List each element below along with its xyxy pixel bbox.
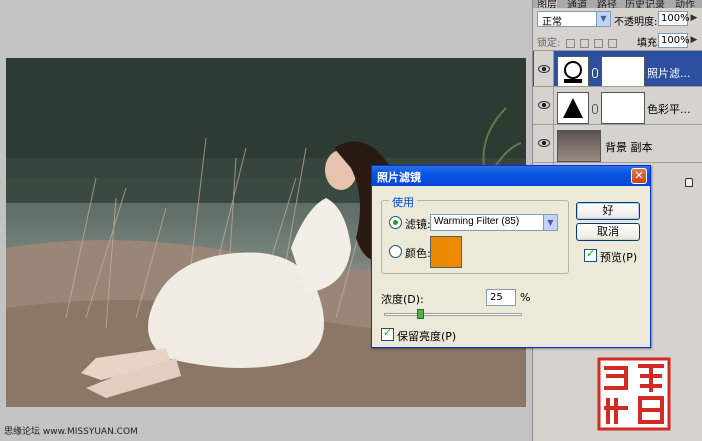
tab-history[interactable]: 历史记录 (625, 0, 665, 8)
tab-channels[interactable]: 通道 (567, 0, 587, 8)
tab-actions[interactable]: 动作 (675, 0, 695, 8)
density-slider-thumb[interactable] (416, 309, 424, 319)
ok-button[interactable]: 好 (576, 202, 640, 220)
lock-label: 锁定: (537, 38, 561, 49)
chevron-down-icon[interactable]: ▼ (543, 215, 557, 230)
lock-pixels-icon[interactable] (579, 38, 589, 48)
preserve-luminosity-checkbox[interactable] (381, 326, 394, 341)
density-label: 浓度(D): (381, 293, 424, 306)
opacity-arrow-icon[interactable]: ▶ (689, 11, 699, 26)
filter-select[interactable]: Warming Filter (85) ▼ (430, 214, 558, 231)
lock-icon (685, 178, 693, 187)
preview-label[interactable]: 预览(P) (600, 249, 637, 265)
blend-mode-value: 正常 (542, 17, 562, 28)
opacity-label: 不透明度: (614, 17, 658, 28)
filter-select-value: Warming Filter (85) (434, 216, 520, 227)
tab-paths[interactable]: 路径 (597, 0, 617, 8)
visibility-toggle[interactable] (534, 125, 554, 165)
density-field[interactable]: 25 (486, 289, 516, 306)
layer-row-photo-filter[interactable]: 照片滤... (533, 50, 702, 91)
adjustment-thumbnail (557, 56, 589, 88)
seal-graphic (597, 357, 671, 431)
color-radio-label[interactable]: 颜色: (405, 245, 431, 261)
layer-row-background-copy[interactable]: 背景 副本 (533, 124, 702, 165)
eye-icon (538, 101, 550, 109)
lock-transparent-icon[interactable] (565, 38, 575, 48)
cancel-button[interactable]: 取消 (576, 223, 640, 241)
layer-name: 色彩平... (647, 103, 691, 116)
use-group-label: 使用 (389, 194, 417, 210)
adjustment-thumbnail (557, 92, 589, 124)
density-unit: % (520, 291, 531, 304)
layer-row-color-balance[interactable]: 色彩平... (533, 86, 702, 127)
adjustment-icon (564, 61, 582, 83)
blend-mode-select[interactable]: 正常 ▼ (537, 11, 611, 28)
eye-icon (538, 139, 550, 147)
lock-row: 锁定: (537, 34, 618, 49)
chain-icon[interactable] (592, 104, 598, 114)
dialog-titlebar[interactable]: 照片滤镜 ✕ (372, 166, 650, 186)
visibility-toggle[interactable] (534, 51, 554, 91)
chevron-down-icon[interactable]: ▼ (596, 12, 610, 26)
color-swatch[interactable] (430, 236, 462, 268)
footer-watermark: 思缘论坛 www.MISSYUAN.COM (4, 427, 138, 437)
filter-radio[interactable] (389, 216, 402, 229)
fill-arrow-icon[interactable]: ▶ (689, 33, 699, 48)
density-slider-track[interactable] (384, 313, 522, 316)
eye-icon (538, 65, 550, 73)
lock-position-icon[interactable] (593, 38, 603, 48)
preview-checkbox[interactable] (584, 247, 597, 262)
photo-filter-dialog: 照片滤镜 ✕ 使用 滤镜: Warming Filter (85) ▼ 颜色: … (371, 165, 651, 348)
fill-field[interactable]: 100% (658, 33, 690, 48)
layer-name: 照片滤... (647, 67, 691, 80)
lock-all-icon[interactable] (608, 38, 618, 48)
use-groupbox (381, 200, 569, 274)
visibility-toggle[interactable] (534, 87, 554, 127)
panel-tabs: 图层 通道 路径 历史记录 动作 (533, 0, 702, 8)
filter-radio-label[interactable]: 滤镜: (405, 216, 431, 232)
fill-label: 填充: (637, 38, 661, 49)
mask-thumbnail[interactable] (601, 56, 645, 88)
tab-layers[interactable]: 图层 (537, 0, 557, 8)
close-button[interactable]: ✕ (631, 168, 647, 184)
mask-thumbnail[interactable] (601, 92, 645, 124)
layer-name: 背景 副本 (605, 141, 653, 154)
color-radio[interactable] (389, 245, 402, 258)
dialog-title: 照片滤镜 (377, 171, 421, 184)
adjustment-icon (563, 98, 583, 118)
opacity-field[interactable]: 100% (658, 11, 690, 26)
preserve-luminosity-label[interactable]: 保留亮度(P) (397, 328, 456, 344)
chain-icon[interactable] (592, 68, 598, 78)
seal-stamp (596, 356, 672, 432)
image-thumbnail (557, 130, 601, 162)
close-icon: ✕ (634, 169, 644, 182)
